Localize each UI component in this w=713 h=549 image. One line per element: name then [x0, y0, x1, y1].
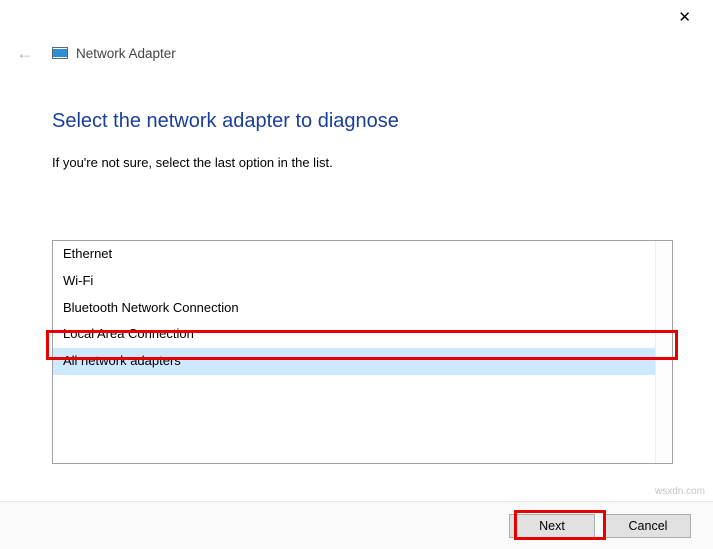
list-item[interactable]: Ethernet: [53, 241, 672, 268]
next-button[interactable]: Next: [509, 514, 595, 538]
adapter-listbox[interactable]: Ethernet Wi-Fi Bluetooth Network Connect…: [52, 240, 673, 464]
wizard-title-group: Network Adapter: [52, 46, 176, 61]
window-title: Network Adapter: [76, 46, 176, 61]
list-item-selected[interactable]: All network adapters: [53, 348, 672, 375]
list-item[interactable]: Bluetooth Network Connection: [53, 295, 672, 322]
list-item[interactable]: Local Area Connection: [53, 321, 672, 348]
network-adapter-icon: [52, 47, 68, 59]
close-icon[interactable]: ✕: [678, 10, 691, 25]
cancel-button[interactable]: Cancel: [605, 514, 691, 538]
list-item[interactable]: Wi-Fi: [53, 268, 672, 295]
footer-bar: Next Cancel: [0, 501, 713, 549]
page-heading: Select the network adapter to diagnose: [52, 110, 673, 133]
back-arrow-icon: ←: [16, 44, 34, 62]
page-description: If you're not sure, select the last opti…: [52, 155, 673, 170]
watermark: wsxdn.com: [655, 486, 705, 497]
scrollbar-gutter: [655, 241, 672, 463]
